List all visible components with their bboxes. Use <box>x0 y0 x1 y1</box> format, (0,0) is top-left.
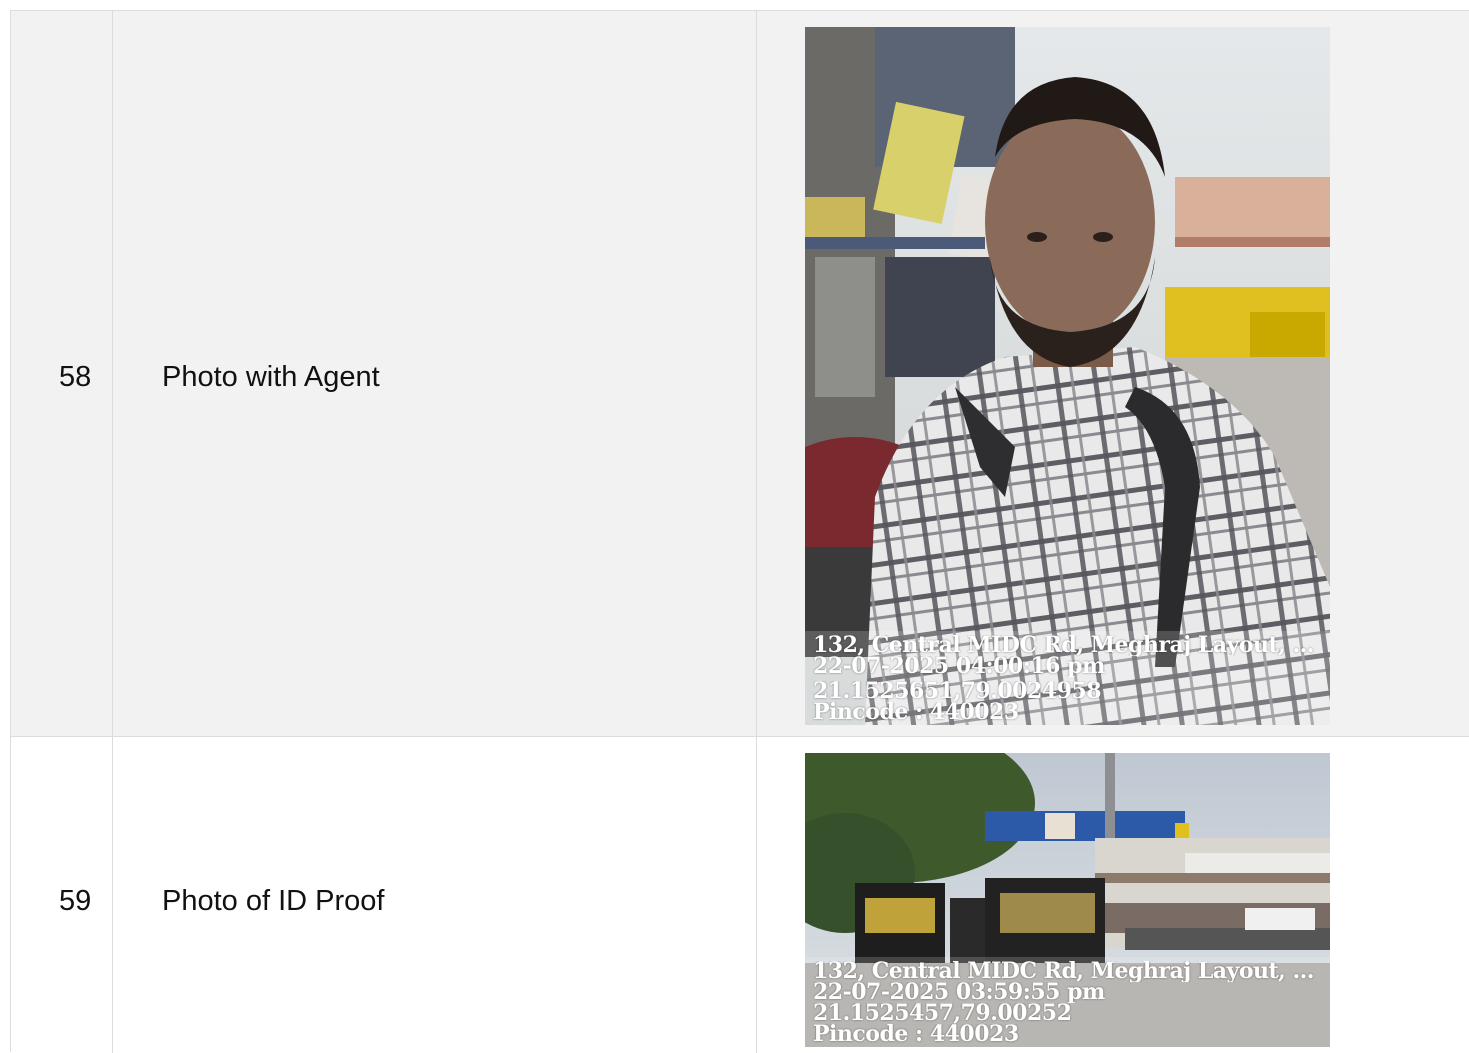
stamp-pincode: Pincode : 440023 <box>813 1024 1019 1045</box>
row-label: Photo with Agent <box>162 361 380 393</box>
serial-number: 59 <box>59 885 92 917</box>
serial-number: 58 <box>59 361 92 393</box>
table-row: 58 Photo with Agent 132, Central MIDC Rd… <box>11 11 1469 737</box>
stamp-datetime: 22-07-2025 04:00:16 pm <box>813 656 1105 677</box>
serial-number-cell: 58 <box>11 11 113 736</box>
description-cell: Photo with Agent <box>113 11 757 736</box>
photo-evidence-table: 58 Photo with Agent 132, Central MIDC Rd… <box>10 10 1469 1053</box>
agent-selfie-photo[interactable]: 132, Central MIDC Rd, Meghraj Layout, ..… <box>805 27 1330 725</box>
agent-selfie-image <box>805 27 1330 725</box>
stamp-datetime: 22-07-2025 03:59:55 pm <box>813 982 1105 1003</box>
serial-number-cell: 59 <box>11 737 113 1053</box>
stamp-coordinates: 21.1525457,79.00252 <box>813 1003 1072 1024</box>
geo-stamp: 132, Central MIDC Rd, Meghraj Layout, ..… <box>805 631 1330 725</box>
row-label: Photo of ID Proof <box>162 885 385 917</box>
stamp-address: 132, Central MIDC Rd, Meghraj Layout, ..… <box>813 961 1314 982</box>
stamp-address: 132, Central MIDC Rd, Meghraj Layout, ..… <box>813 635 1314 656</box>
description-cell: Photo of ID Proof <box>113 737 757 1053</box>
photo-cell: 132, Central MIDC Rd, Meghraj Layout, ..… <box>757 737 1469 1053</box>
id-proof-photo[interactable]: 132, Central MIDC Rd, Meghraj Layout, ..… <box>805 753 1330 1047</box>
stamp-pincode: Pincode : 440023 <box>813 702 1019 723</box>
geo-stamp: 132, Central MIDC Rd, Meghraj Layout, ..… <box>805 957 1330 1047</box>
table-row: 59 Photo of ID Proof 132, Central MIDC R… <box>11 737 1469 1053</box>
stamp-coordinates: 21.1525651,79.0024958 <box>813 681 1102 702</box>
photo-cell: 132, Central MIDC Rd, Meghraj Layout, ..… <box>757 11 1469 736</box>
